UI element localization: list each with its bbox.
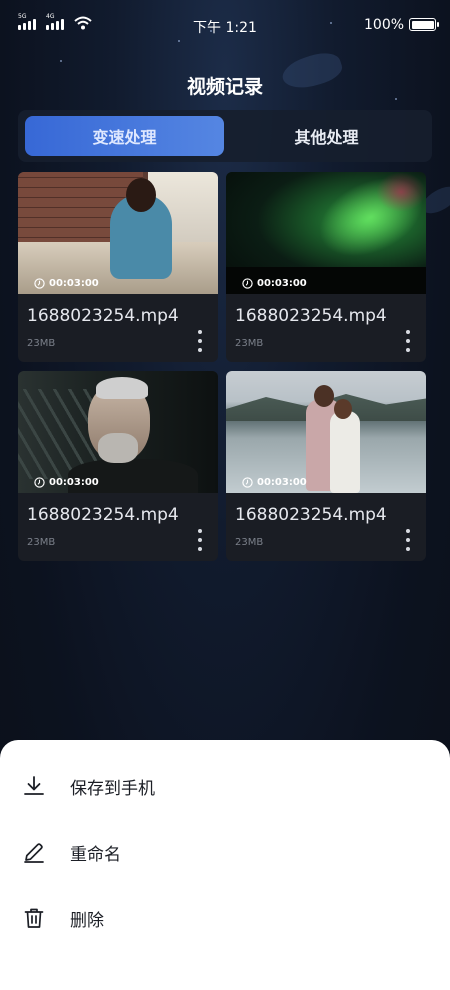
video-card[interactable]: 00:03:00 1688023254.mp4 23MB xyxy=(226,371,426,561)
duration-text: 00:03:00 xyxy=(257,278,307,289)
clock-icon xyxy=(34,278,45,289)
video-card[interactable]: 00:03:00 1688023254.mp4 23MB xyxy=(18,172,218,362)
duration-badge: 00:03:00 xyxy=(34,477,99,488)
status-bar: 5G 4G 下午 1:21 100% xyxy=(0,0,450,50)
file-name: 1688023254.mp4 xyxy=(235,505,387,525)
clock-icon xyxy=(242,477,253,488)
action-label: 删除 xyxy=(70,910,104,931)
duration-text: 00:03:00 xyxy=(49,278,99,289)
file-name: 1688023254.mp4 xyxy=(27,306,179,326)
tab-bar: 变速处理 其他处理 xyxy=(18,110,432,162)
edit-icon xyxy=(24,843,44,863)
duration-badge: 00:03:00 xyxy=(34,278,99,289)
file-name: 1688023254.mp4 xyxy=(27,505,179,525)
tab-speed-processing[interactable]: 变速处理 xyxy=(25,116,224,156)
video-card[interactable]: 00:03:00 1688023254.mp4 23MB xyxy=(18,371,218,561)
rename-button[interactable]: 重命名 xyxy=(0,824,450,880)
action-label: 重命名 xyxy=(70,844,121,865)
file-name: 1688023254.mp4 xyxy=(235,306,387,326)
trash-icon xyxy=(24,908,44,928)
file-size: 23MB xyxy=(27,338,56,349)
action-sheet: 保存到手机 重命名 删除 xyxy=(0,740,450,990)
download-icon xyxy=(24,776,44,795)
clock-icon xyxy=(242,278,253,289)
more-options-button[interactable] xyxy=(400,527,416,553)
save-to-phone-button[interactable]: 保存到手机 xyxy=(0,758,450,814)
more-options-button[interactable] xyxy=(192,527,208,553)
duration-badge: 00:03:00 xyxy=(242,278,307,289)
page-title: 视频记录 xyxy=(186,76,263,98)
file-size: 23MB xyxy=(27,537,56,548)
video-thumbnail[interactable]: 00:03:00 xyxy=(18,371,218,493)
duration-badge: 00:03:00 xyxy=(242,477,307,488)
delete-button[interactable]: 删除 xyxy=(0,890,450,946)
video-thumbnail[interactable]: 00:03:00 xyxy=(226,172,426,294)
file-size: 23MB xyxy=(235,338,264,349)
video-card[interactable]: 00:03:00 1688023254.mp4 23MB xyxy=(226,172,426,362)
battery-percent: 100% xyxy=(364,17,405,33)
duration-text: 00:03:00 xyxy=(257,477,307,488)
clock-icon xyxy=(34,477,45,488)
more-options-button[interactable] xyxy=(400,328,416,354)
more-options-button[interactable] xyxy=(192,328,208,354)
action-label: 保存到手机 xyxy=(70,778,155,799)
video-thumbnail[interactable]: 00:03:00 xyxy=(18,172,218,294)
tab-other-processing[interactable]: 其他处理 xyxy=(227,116,426,156)
video-thumbnail[interactable]: 00:03:00 xyxy=(226,371,426,493)
file-size: 23MB xyxy=(235,537,264,548)
duration-text: 00:03:00 xyxy=(49,477,99,488)
battery-icon xyxy=(409,18,439,31)
